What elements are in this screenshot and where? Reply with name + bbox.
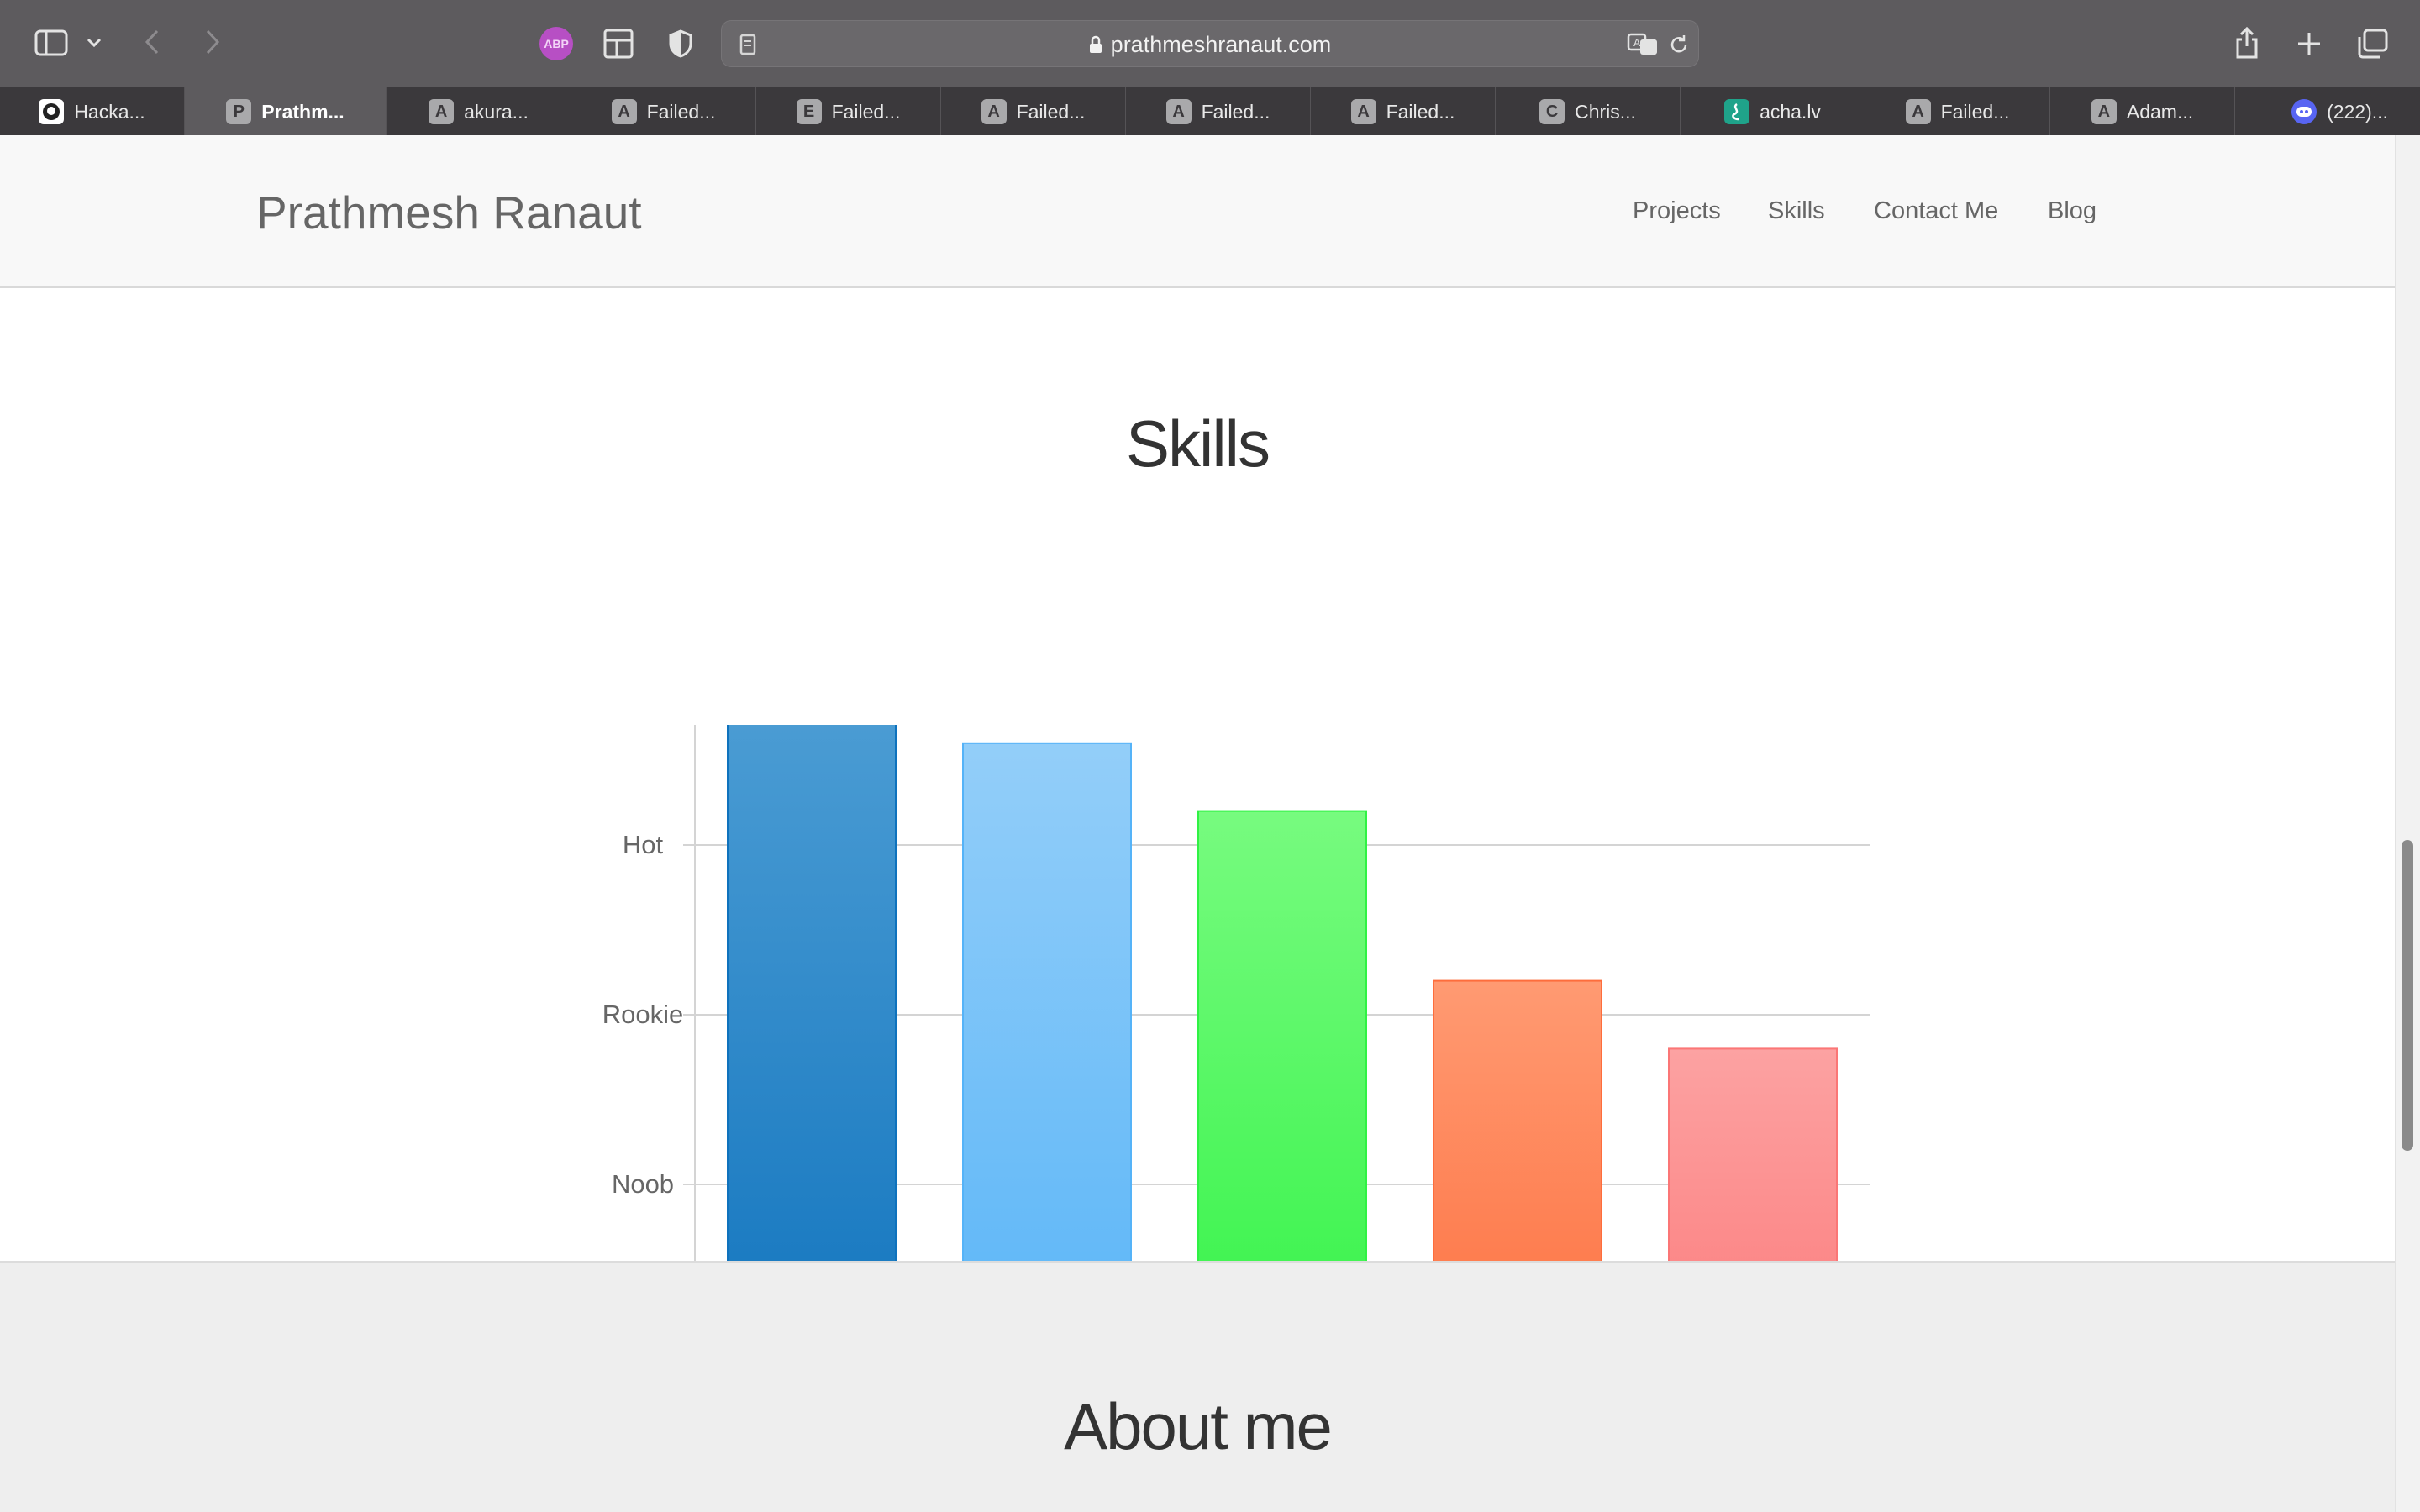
- tab-label: Failed...: [831, 100, 901, 123]
- tab-label: Failed...: [1201, 100, 1270, 123]
- page-scrollbar-thumb[interactable]: [2402, 840, 2413, 1151]
- skills-section: Skills NoobRookieHotNinjaPHPHTML5CSS3And…: [0, 288, 2395, 1414]
- favicon-icon: A: [1165, 99, 1192, 124]
- tab-label: Failed...: [646, 100, 716, 123]
- tab-label: Failed...: [1016, 100, 1086, 123]
- back-icon[interactable]: [139, 25, 165, 59]
- tab-label: (222)...: [2327, 100, 2388, 123]
- browser-tab[interactable]: A Failed...: [1311, 87, 1496, 136]
- about-title: About me: [1064, 1389, 1333, 1463]
- tab-label: akura...: [464, 100, 529, 123]
- browser-tab[interactable]: P Prathm...: [185, 87, 387, 136]
- browser-tab[interactable]: A Failed...: [941, 87, 1126, 136]
- browser-tab[interactable]: Aakura...: [387, 87, 571, 136]
- tab-label: Chris...: [1575, 100, 1636, 123]
- browser-tab[interactable]: E Failed...: [756, 87, 941, 136]
- site-navbar: Prathmesh Ranaut Projects Skills Contact…: [0, 135, 2395, 288]
- chevron-down-icon[interactable]: [84, 32, 104, 54]
- y-tick-label: Rookie: [602, 1000, 684, 1029]
- browser-toolbar: ABP prathmeshranaut.com A: [0, 0, 2420, 87]
- favicon-icon: C: [1539, 99, 1565, 124]
- browser-tab[interactable]: Hacka...: [0, 87, 185, 136]
- tab-label: Failed...: [1386, 100, 1455, 123]
- nav-link-projects[interactable]: Projects: [1633, 197, 1721, 225]
- tab-label: Prathm...: [261, 100, 345, 123]
- y-tick-label: Noob: [612, 1169, 674, 1199]
- browser-tab[interactable]: C Chris...: [1496, 87, 1681, 136]
- web-page: Prathmesh Ranaut Projects Skills Contact…: [0, 135, 2395, 1512]
- y-tick-label: Hot: [623, 830, 664, 859]
- tab-label: Hacka...: [74, 100, 145, 123]
- favicon-icon: A: [2091, 99, 2117, 124]
- tab-label: Adam...: [2126, 100, 2194, 123]
- forward-icon[interactable]: [200, 25, 225, 59]
- discord-icon: [2291, 99, 2317, 124]
- lock-icon: [1089, 23, 1102, 70]
- browser-tab[interactable]: A Failed...: [1865, 87, 2050, 136]
- url-text: prathmeshranaut.com: [1110, 32, 1332, 57]
- favicon-icon: A: [429, 99, 455, 124]
- reload-icon[interactable]: [1666, 31, 1691, 58]
- github-icon: [39, 99, 65, 124]
- favicon-icon: P: [226, 99, 252, 124]
- new-tab-icon[interactable]: [2292, 27, 2326, 60]
- shield-icon[interactable]: [664, 27, 697, 60]
- tab-label: acha.lv: [1760, 100, 1821, 123]
- browser-tab[interactable]: (222)...: [2235, 87, 2420, 136]
- browser-tab[interactable]: A Failed...: [1126, 87, 1311, 136]
- favicon-icon: E: [796, 99, 822, 124]
- browser-tab[interactable]: acha.lv: [1681, 87, 1865, 136]
- skills-title: Skills: [1125, 407, 1270, 480]
- favicon-icon: A: [981, 99, 1007, 124]
- tab-overview-icon[interactable]: [2354, 27, 2390, 60]
- browser-tab[interactable]: A Adam...: [2050, 87, 2235, 136]
- nav-link-blog[interactable]: Blog: [2048, 197, 2096, 225]
- tab-label: Failed...: [1940, 100, 2010, 123]
- nav-link-contact-me[interactable]: Contact Me: [1874, 197, 1998, 225]
- nav-link-skills[interactable]: Skills: [1768, 197, 1825, 225]
- about-section: About me: [0, 1261, 2395, 1512]
- site-brand[interactable]: Prathmesh Ranaut: [256, 186, 642, 239]
- tab-bar: Hacka... P Prathm... Aakura... A Failed... E Fa…: [0, 87, 2420, 136]
- favicon-icon: A: [1905, 99, 1931, 124]
- acha-icon: [1724, 99, 1750, 124]
- share-icon[interactable]: [2230, 24, 2264, 62]
- adblock-extension-icon[interactable]: ABP: [539, 27, 573, 60]
- favicon-icon: A: [611, 99, 637, 124]
- translate-icon[interactable]: A: [1626, 31, 1660, 58]
- page-scrollbar-track[interactable]: [2395, 135, 2420, 1512]
- favicon-icon: A: [1350, 99, 1376, 124]
- browser-tab[interactable]: A Failed...: [571, 87, 756, 136]
- svg-text:A: A: [1634, 37, 1641, 49]
- layout-extension-icon[interactable]: [602, 27, 635, 60]
- sidebar-toggle-icon[interactable]: [34, 28, 69, 58]
- address-bar[interactable]: prathmeshranaut.com A: [721, 20, 1699, 67]
